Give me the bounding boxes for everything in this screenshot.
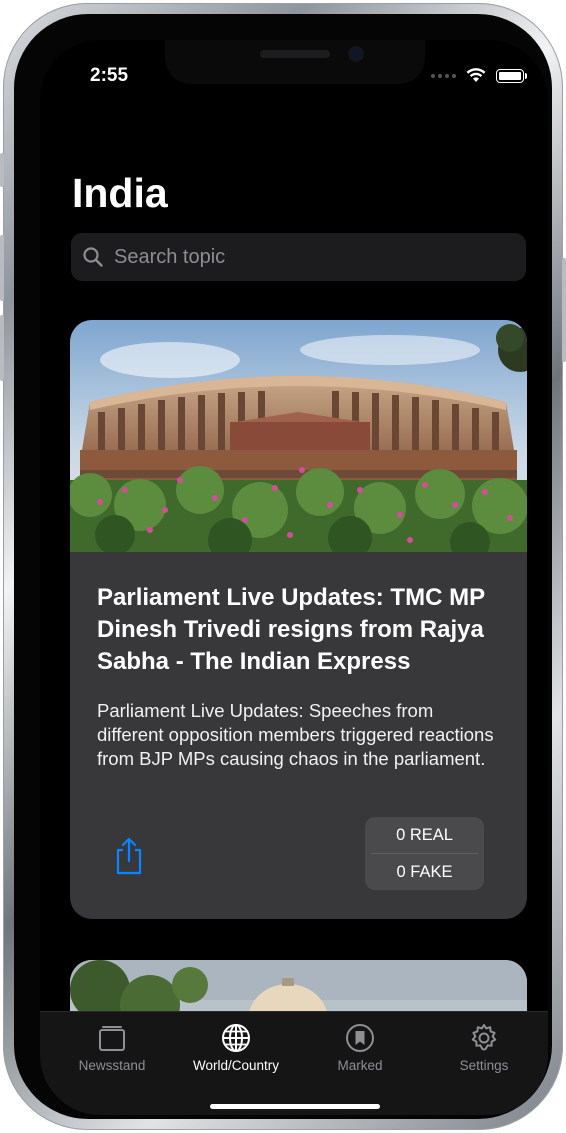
battery-icon — [496, 68, 527, 83]
page-title: India — [72, 170, 168, 216]
globe-icon — [222, 1024, 250, 1052]
tab-newsstand[interactable]: Newsstand — [50, 1022, 174, 1073]
real-vote-button[interactable]: 0 REAL — [365, 817, 484, 853]
search-bar[interactable] — [71, 233, 526, 281]
search-input[interactable] — [112, 244, 496, 270]
app-screen: 2:55 India Search topic Parliament Live … — [40, 40, 548, 1115]
fake-vote-button[interactable]: 0 FAKE — [365, 854, 484, 890]
tab-label-world-country: World/Country — [192, 1058, 280, 1073]
home-indicator[interactable] — [210, 1104, 380, 1109]
gear-icon — [471, 1024, 497, 1051]
search-icon — [83, 247, 103, 267]
tab-world-country[interactable]: World/Country — [174, 1022, 298, 1073]
notch — [165, 40, 425, 84]
volume-down-button — [0, 315, 4, 381]
tab-label-marked: Marked — [337, 1058, 383, 1073]
front-camera — [350, 48, 362, 60]
newsstand-icon — [99, 1026, 125, 1051]
silent-switch — [0, 153, 4, 187]
vote-panel: 0 REAL 0 FAKE — [365, 817, 484, 890]
speaker-grille — [260, 50, 330, 58]
tab-label-settings: Settings — [459, 1058, 509, 1073]
power-button — [562, 258, 566, 362]
phone-bezel: 2:55 India Search topic Parliament Live … — [14, 14, 552, 1119]
share-icon[interactable] — [112, 836, 146, 876]
article-title[interactable]: Parliament Live Updates: TMC MP Dinesh T… — [97, 582, 507, 678]
cellular-signal-icon — [431, 73, 456, 78]
status-icons — [431, 68, 527, 83]
article-description: Parliament Live Updates: Speeches from d… — [97, 700, 494, 769]
phone-frame: 2:55 India Search topic Parliament Live … — [0, 3, 566, 1130]
volume-up-button — [0, 235, 4, 301]
tab-marked[interactable]: Marked — [298, 1022, 422, 1073]
wifi-icon — [466, 68, 486, 82]
article-image — [70, 320, 527, 552]
bookmark-icon — [346, 1024, 374, 1052]
tab-label-newsstand: Newsstand — [78, 1058, 146, 1073]
tab-settings[interactable]: Settings — [422, 1022, 546, 1073]
article-card[interactable]: Parliament Live Updates: TMC MP Dinesh T… — [70, 320, 527, 919]
status-time: 2:55 — [90, 65, 129, 86]
tab-bar: Newsstand World/Country Marked Settings — [40, 1011, 548, 1115]
